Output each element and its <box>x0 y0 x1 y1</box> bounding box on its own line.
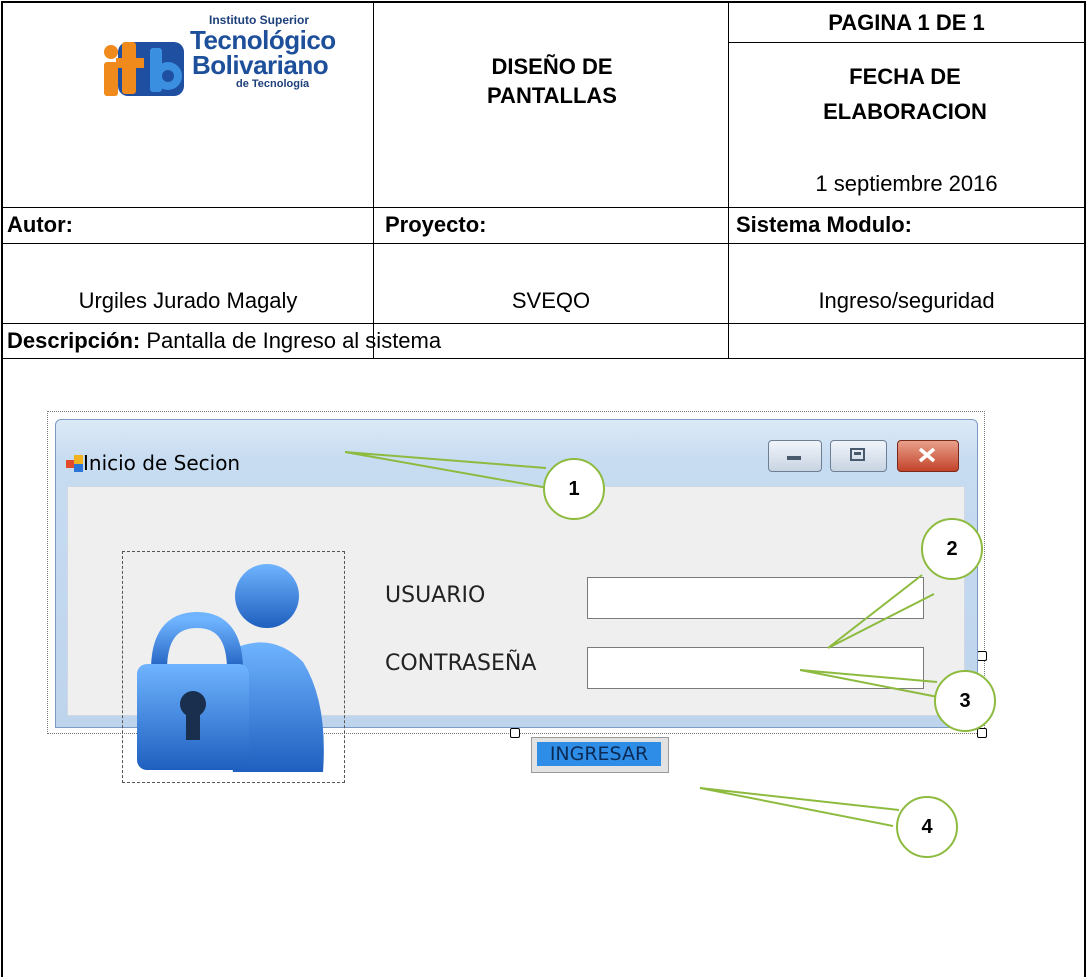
logo-line-3: Bolivariano <box>192 50 329 80</box>
user-picture-box <box>122 551 345 783</box>
maximize-icon <box>850 448 865 461</box>
resize-grip-bottom[interactable] <box>510 728 520 738</box>
table-divider-h1 <box>1 207 1085 208</box>
callout-3: 3 <box>934 670 996 732</box>
table-border-left <box>1 1 3 977</box>
minimize-button[interactable] <box>768 440 822 472</box>
table-border-right <box>1084 1 1086 977</box>
close-icon <box>918 447 936 463</box>
date-label: FECHA DE ELABORACION <box>823 64 987 124</box>
itb-logo-mark-icon <box>104 42 184 96</box>
institution-logo: Instituto Superior Tecnológico Bolivaria… <box>96 0 336 115</box>
author-label: Autor: <box>7 212 73 237</box>
project-label: Proyecto: <box>385 212 487 237</box>
description-text: Pantalla de Ingreso al sistema <box>140 328 442 353</box>
description-label: Descripción: <box>7 328 141 353</box>
password-input[interactable] <box>587 647 924 689</box>
table-divider-h4 <box>1 358 1085 359</box>
lock-user-icon <box>137 564 324 772</box>
app-icon <box>66 455 83 472</box>
module-label: Sistema Modulo: <box>736 212 913 237</box>
author-value: Urgiles Jurado Magaly <box>78 288 298 313</box>
document-title: DISEÑO DE PANTALLAS <box>487 54 617 108</box>
login-button[interactable]: INGRESAR <box>531 737 669 773</box>
password-label: CONTRASEÑA <box>385 651 537 676</box>
module-value: Ingreso/seguridad <box>818 288 995 313</box>
callout-1: 1 <box>543 458 605 520</box>
maximize-button[interactable] <box>830 440 887 472</box>
design-document: Instituto Superior Tecnológico Bolivaria… <box>0 0 1087 977</box>
table-divider-h2 <box>1 243 1085 244</box>
window-title: Inicio de Secion <box>83 451 241 475</box>
close-button[interactable] <box>897 440 959 472</box>
description: Descripción: Pantalla de Ingreso al sist… <box>7 327 441 355</box>
page-number: PAGINA 1 DE 1 <box>828 10 985 35</box>
resize-grip-right[interactable] <box>977 651 987 661</box>
resize-grip-corner[interactable] <box>977 728 987 738</box>
project-value: SVEQO <box>511 288 591 313</box>
table-divider-h-page <box>728 42 1085 43</box>
callout-4: 4 <box>896 796 958 858</box>
minimize-icon <box>787 456 801 460</box>
callout-2: 2 <box>921 518 983 580</box>
username-label: USUARIO <box>385 583 486 608</box>
date-value: 1 septiembre 2016 <box>815 171 998 196</box>
username-input[interactable] <box>587 577 924 619</box>
table-divider-h3 <box>1 323 1085 324</box>
logo-line-4: de Tecnología <box>236 78 310 90</box>
login-button-label: INGRESAR <box>537 742 661 766</box>
